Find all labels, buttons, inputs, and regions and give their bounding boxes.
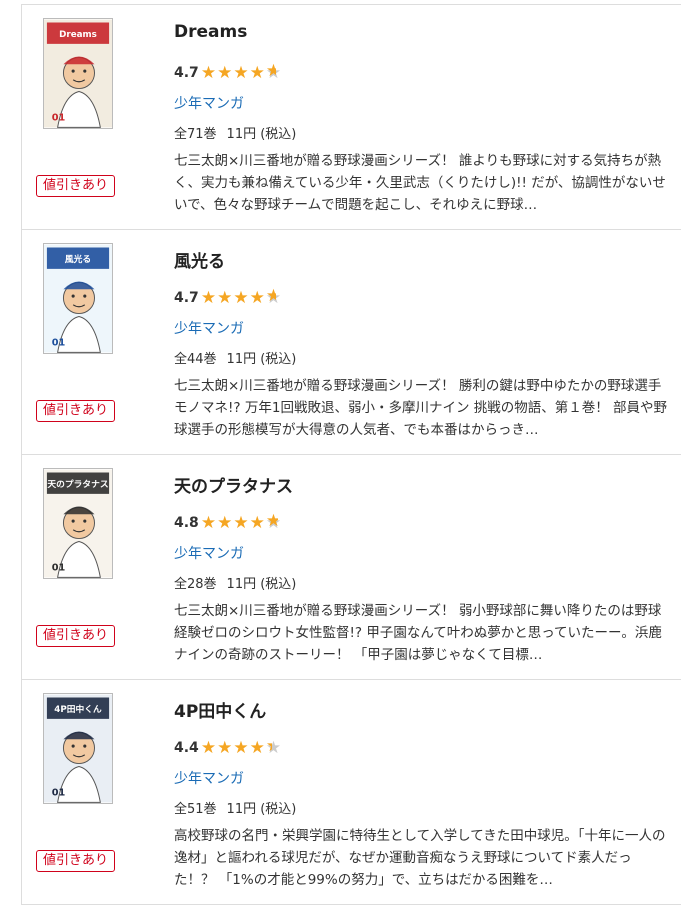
rating: 4.8 ★★★★★ ★: [174, 513, 282, 532]
star-icon: ★★: [265, 288, 282, 308]
book-title[interactable]: 天のプラタナス: [174, 472, 293, 497]
star-icon: ★: [200, 513, 217, 533]
book-cover[interactable]: 天のプラタナス 01: [43, 468, 113, 579]
cover-art: Dreams 01: [44, 19, 112, 128]
book-title[interactable]: 風光る: [174, 247, 225, 272]
star-icon: ★★: [265, 738, 282, 758]
rating-stars: ★★★★★★: [201, 513, 282, 532]
star-icon: ★: [217, 63, 233, 83]
price: 11円 (税込): [226, 352, 297, 367]
star-icon: ★: [200, 738, 217, 758]
cover-art: 4P田中くん 01: [44, 694, 112, 803]
star-icon: ★: [217, 738, 233, 758]
book-description: 七三太朗×川三番地が贈る野球漫画シリーズ！ 勝利の鍵は野中ゆたかの野球選手モノマ…: [174, 378, 668, 438]
star-icon: ★★: [265, 513, 282, 533]
volume-count: 全28巻: [174, 577, 217, 592]
rating: 4.7 ★★★★★ ★: [174, 63, 282, 82]
cover-art: 天のプラタナス 01: [44, 469, 112, 578]
rating-stars: ★★★★★★: [201, 63, 282, 82]
cover-art: 風光る 01: [44, 244, 112, 353]
genre-link[interactable]: 少年マンガ: [174, 768, 244, 788]
price: 11円 (税込): [226, 802, 297, 817]
star-icon: ★: [217, 288, 233, 308]
rating-value: 4.7: [174, 289, 199, 306]
star-icon: ★: [249, 738, 265, 758]
star-icon: ★: [233, 288, 249, 308]
star-icon: ★: [249, 513, 265, 533]
star-icon: ★★: [265, 63, 282, 83]
book-item: 天のプラタナス 01 値引きあり 天のプラタナス 4.8 ★★★★★ ★ 少年マンガ…: [22, 455, 681, 680]
rating-value: 4.8: [174, 514, 199, 531]
book-cover[interactable]: 4P田中くん 01: [43, 693, 113, 804]
svg-text:4P田中くん: 4P田中くん: [54, 703, 102, 715]
genre-link[interactable]: 少年マンガ: [174, 318, 244, 338]
book-meta: 全71巻 11円 (税込): [174, 123, 296, 142]
book-cover[interactable]: Dreams 01: [43, 18, 113, 129]
svg-text:01: 01: [52, 338, 66, 349]
star-icon: ★: [200, 63, 217, 83]
price: 11円 (税込): [226, 127, 297, 142]
svg-text:01: 01: [52, 113, 66, 124]
star-icon: ★: [233, 738, 249, 758]
volume-count: 全71巻: [174, 127, 217, 142]
book-meta: 全51巻 11円 (税込): [174, 798, 296, 817]
svg-text:天のプラタナス: 天のプラタナス: [47, 478, 108, 490]
genre-link[interactable]: 少年マンガ: [174, 543, 244, 563]
book-description: 七三太朗×川三番地が贈る野球漫画シリーズ！ 誰よりも野球に対する気持ちが熱く、実…: [174, 153, 666, 213]
svg-text:01: 01: [52, 788, 66, 799]
book-title[interactable]: 4P田中くん: [174, 697, 266, 722]
svg-text:01: 01: [52, 563, 66, 574]
genre-link[interactable]: 少年マンガ: [174, 93, 244, 113]
book-title[interactable]: Dreams: [174, 22, 247, 42]
star-icon: ★: [200, 288, 217, 308]
rating: 4.4 ★★★★★★: [174, 738, 282, 757]
book-description: 七三太朗×川三番地が贈る野球漫画シリーズ！ 弱小野球部に舞い降りたのは野球経験ゼ…: [174, 603, 662, 663]
svg-text:Dreams: Dreams: [59, 30, 97, 40]
discount-badge: 値引きあり: [36, 625, 116, 647]
star-icon: ★: [217, 513, 233, 533]
star-icon: ★: [249, 288, 265, 308]
book-cover[interactable]: 風光る 01: [43, 243, 113, 354]
volume-count: 全51巻: [174, 802, 217, 817]
star-icon: ★: [233, 513, 249, 533]
book-item: Dreams 01 値引きあり Dreams 4.7 ★★★★★ ★ 少年マンガ 全…: [22, 5, 681, 230]
book-description: 高校野球の名門・栄興学園に特待生として入学してきた田中球児。「十年に一人の逸材」…: [174, 828, 666, 888]
price: 11円 (税込): [226, 577, 297, 592]
rating-stars: ★★★★★★: [201, 738, 282, 757]
book-item: 4P田中くん01 値引きあり 4P田中くん 4.4 ★★★★★★ 少年マンガ 全…: [22, 680, 681, 905]
star-icon: ★: [233, 63, 249, 83]
book-list: Dreams 01 値引きあり Dreams 4.7 ★★★★★ ★ 少年マンガ 全…: [21, 4, 681, 905]
discount-badge: 値引きあり: [36, 175, 116, 197]
book-meta: 全44巻 11円 (税込): [174, 348, 296, 367]
discount-badge: 値引きあり: [36, 400, 116, 422]
rating-stars: ★★★★★★: [201, 288, 282, 307]
discount-badge: 値引きあり: [36, 850, 116, 872]
rating-value: 4.7: [174, 64, 199, 81]
rating: 4.7 ★★★★★ ★: [174, 288, 282, 307]
book-meta: 全28巻 11円 (税込): [174, 573, 296, 592]
book-item: 風光る 01 値引きあり 風光る 4.7 ★★★★★ ★ 少年マンガ 全44巻 11円…: [22, 230, 681, 455]
volume-count: 全44巻: [174, 352, 217, 367]
star-icon: ★: [249, 63, 265, 83]
rating-value: 4.4: [174, 739, 199, 756]
svg-text:風光る: 風光る: [65, 253, 91, 265]
